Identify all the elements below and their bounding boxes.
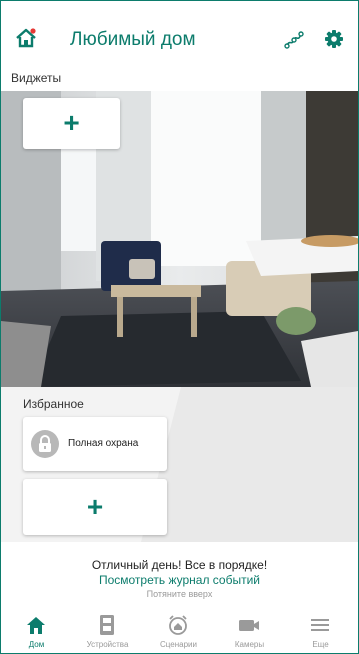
page-title: Любимый дом — [70, 29, 196, 50]
nav-label: Устройства — [86, 640, 129, 649]
app-header: Любимый дом — [1, 1, 358, 63]
nav-item-scenarios[interactable]: Сценарии — [143, 609, 214, 653]
nav-item-devices[interactable]: Устройства — [72, 609, 143, 653]
plus-icon: + — [86, 491, 104, 522]
gear-icon[interactable] — [323, 28, 345, 50]
pull-up-hint: Потяните вверх — [146, 589, 213, 599]
nav-item-home[interactable]: Дом — [1, 609, 72, 653]
home-icon — [25, 615, 47, 635]
plus-icon: + — [63, 107, 80, 138]
favorite-item-label: Полная охрана — [68, 438, 139, 449]
widgets-section-label: Виджеты — [11, 71, 62, 85]
add-widget-button[interactable]: + — [23, 98, 120, 149]
camera-icon — [238, 615, 260, 635]
bottom-navigation: Дом Устройства Сценарии Камеры Еще — [1, 609, 358, 653]
alarm-scenario-icon — [167, 615, 189, 635]
add-favorite-button[interactable]: + — [23, 479, 167, 535]
favorite-item-full-security[interactable]: Полная охрана — [23, 417, 167, 471]
nav-label: Еще — [312, 640, 329, 649]
favorites-section-label: Избранное — [23, 397, 84, 411]
home-alert-icon[interactable] — [15, 27, 37, 49]
nav-item-more[interactable]: Еще — [285, 609, 356, 653]
status-panel[interactable]: Отличный день! Все в порядке! Посмотреть… — [1, 542, 358, 609]
nav-item-cameras[interactable]: Камеры — [214, 609, 285, 653]
nav-label: Сценарии — [160, 640, 197, 649]
event-log-link[interactable]: Посмотреть журнал событий — [1, 573, 358, 587]
app-screen: Любимый дом Виджеты + Избранное Полная о… — [0, 0, 359, 654]
nav-label: Дом — [28, 640, 45, 649]
lock-icon — [31, 430, 59, 458]
menu-icon — [309, 615, 331, 635]
status-message: Отличный день! Все в порядке! — [91, 558, 268, 572]
devices-icon — [96, 615, 118, 635]
nav-label: Камеры — [234, 640, 265, 649]
graph-icon[interactable] — [283, 29, 305, 51]
